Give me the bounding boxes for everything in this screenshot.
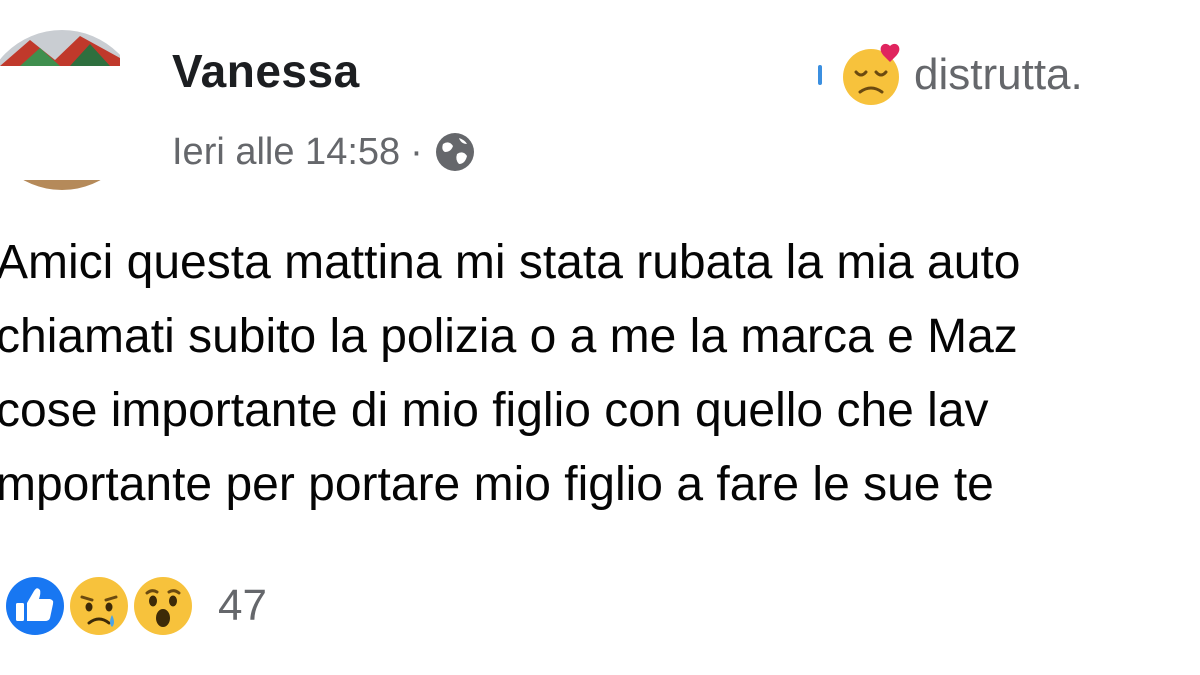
feeling-text: distrutta. [914, 50, 1083, 99]
wow-icon [131, 574, 195, 638]
like-icon [3, 574, 67, 638]
post-line: cose importante di mio figlio con quello… [0, 384, 989, 437]
meta-separator: · [410, 130, 423, 173]
author-name[interactable]: Vanessa [172, 44, 362, 98]
post-meta: Ieri alle 14:58 · [172, 124, 477, 180]
globe-icon[interactable] [433, 130, 477, 174]
sad-icon [67, 574, 131, 638]
author-avatar[interactable] [0, 30, 120, 190]
facebook-post: Vanessa distrutta. Ieri alle 14:58 · Ami… [0, 0, 1200, 675]
feeling-status: distrutta. [818, 40, 1083, 110]
post-body: Amici questa mattina mi stata rubata la … [0, 226, 1200, 522]
post-line: Amici questa mattina mi stata rubata la … [0, 236, 1021, 289]
post-line: chiamati subito la polizia o a me la mar… [0, 310, 1018, 363]
reaction-count[interactable]: 47 [218, 581, 267, 631]
post-line: mportante per portare mio figlio a fare … [0, 458, 994, 511]
reactions-bar[interactable]: 47 [0, 568, 267, 644]
sad-face-with-heart-icon [843, 43, 900, 105]
post-timestamp[interactable]: Ieri alle 14:58 [172, 131, 400, 174]
feeling-separator [818, 65, 822, 85]
